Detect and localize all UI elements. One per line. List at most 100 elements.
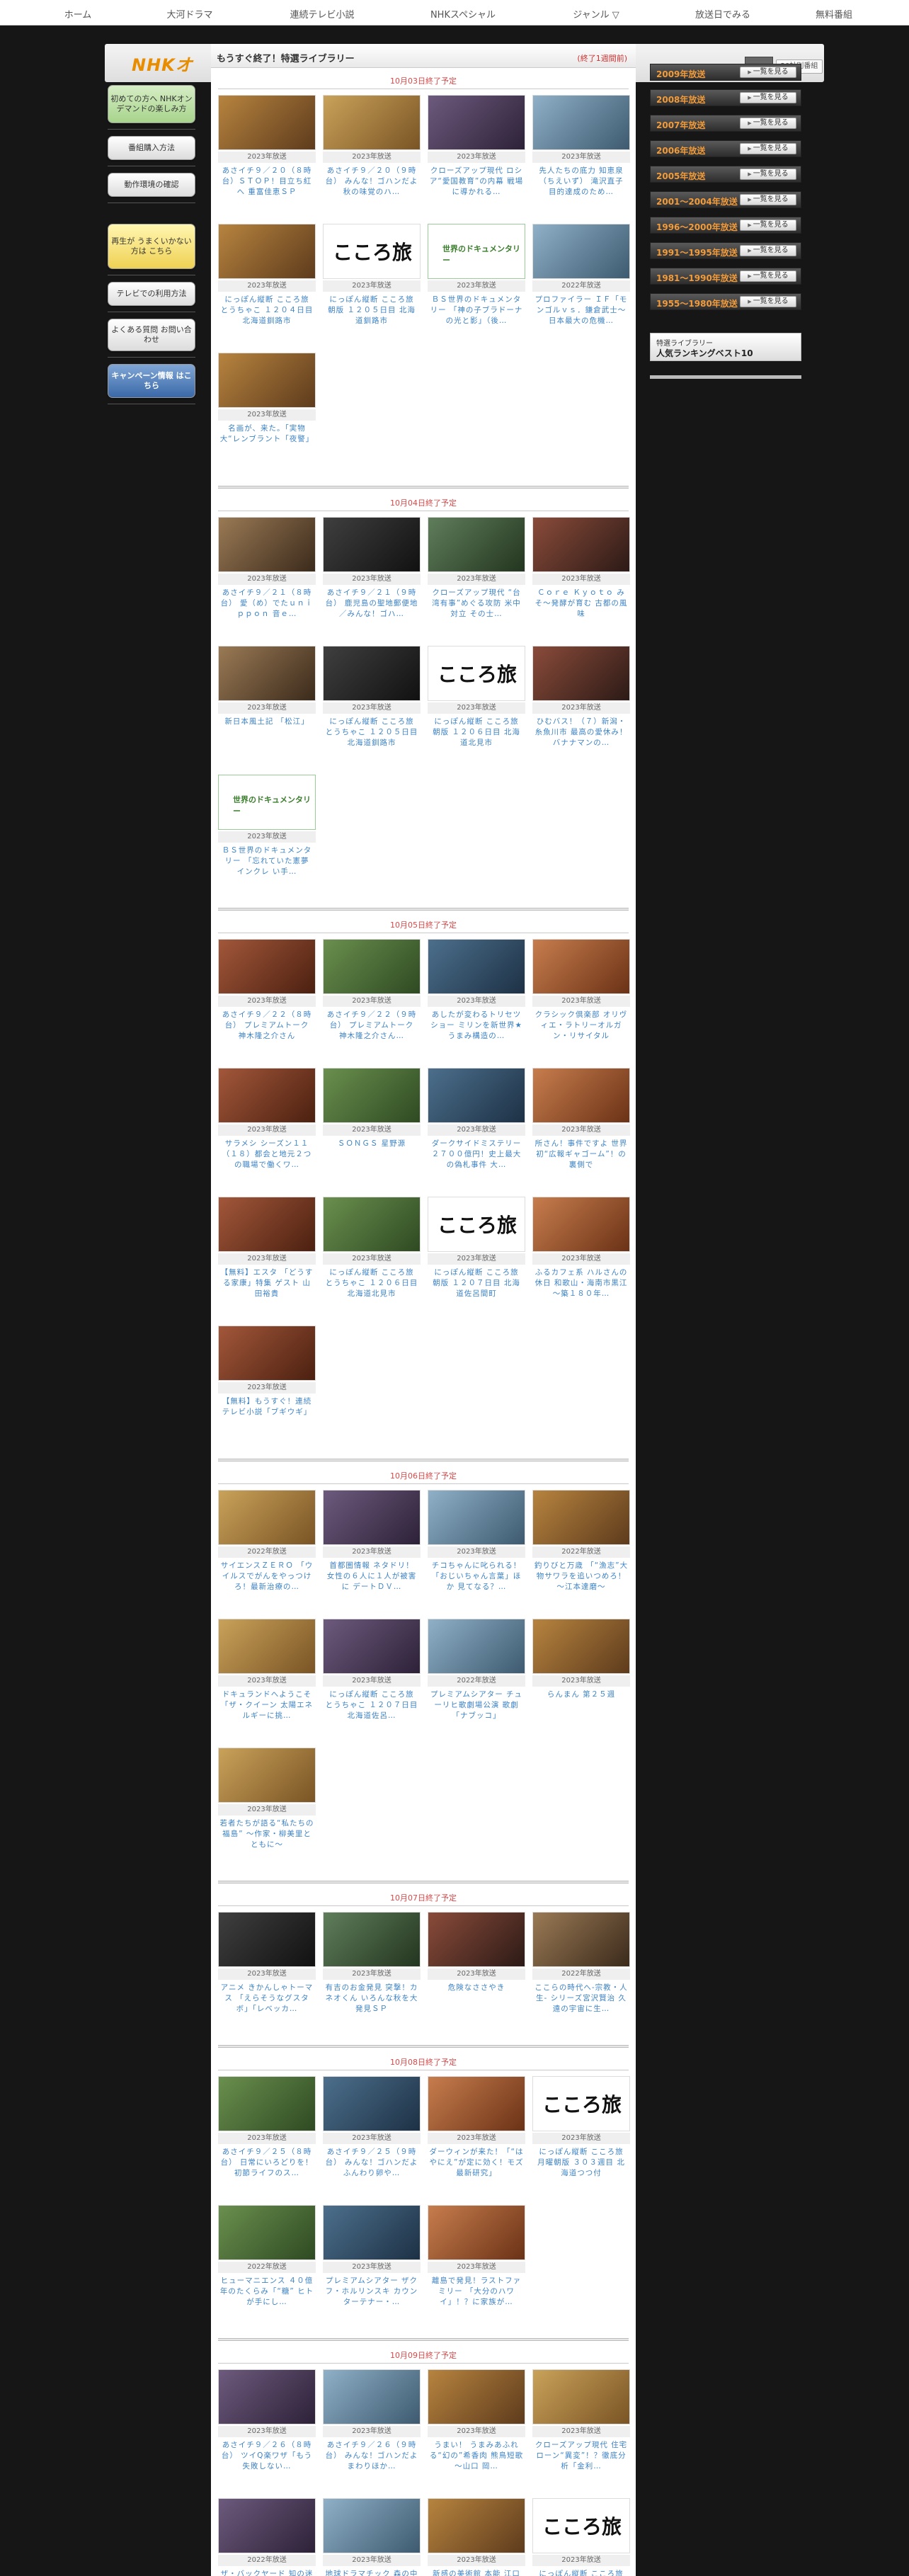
program-card[interactable]: 2023年放送 クローズアップ現代 “台湾有事”めぐる攻防 米中対立 その士… (428, 517, 525, 642)
faq-button[interactable]: よくある質問 お問い合わせ (108, 319, 195, 351)
purchase-method-button[interactable]: 番組購入方法 (108, 136, 195, 160)
view-list-button[interactable]: 一覧を見る (740, 143, 796, 154)
program-title-link[interactable]: ＳＯＮＧＳ 星野源 (324, 1139, 419, 1149)
nav-free[interactable]: 無料番組 (816, 7, 852, 21)
program-card[interactable]: 2023年放送 クラシック倶楽部 オリヴィエ・ラトリーオルガン・リサイタル (532, 939, 630, 1064)
view-list-button[interactable]: 一覧を見る (740, 118, 796, 129)
program-title-link[interactable]: 釣りびと万歳 「“漁志”大物サワラを追いつめろ！ ～江本達磨～ (534, 1561, 629, 1592)
program-card[interactable]: 2023年放送新感の美術館 本能 江口のこじ山所祀よ山作ぶっつけ本番旅！懐… (428, 2498, 525, 2576)
program-title-link[interactable]: あさイチ９／２２（９時台） プレミアムトーク 神木隆之介さん… (324, 1010, 419, 1042)
program-title-link[interactable]: にっぽん縦断 こころ旅 クラシック２０１５ ４５０日目 抜手… (534, 2569, 629, 2576)
program-card[interactable]: 2022年放送 ここらの時代へ-宗教・人生- シリーズ宮沢賢治 久遠の宇宙に生… (532, 1912, 630, 2036)
program-title-link[interactable]: クローズアップ現代 住宅ローン“異変”！？徹底分析「金利… (534, 2440, 629, 2472)
program-title-link[interactable]: あしたが変わるトリセツショー ミリンを新世界★うまみ構造の… (429, 1010, 524, 1042)
program-card[interactable]: 2023年放送 先人たちの底力 知恵泉（ちえいず） 滝沢直子 目的達成のため… (532, 95, 630, 220)
program-thumbnail[interactable] (218, 517, 316, 572)
nav-genre[interactable]: ジャンル ▽ (573, 7, 619, 21)
program-card[interactable]: 2023年放送 名画が、来た。「実物大“レンブラント「夜警」 (218, 353, 316, 477)
program-thumbnail[interactable] (428, 939, 525, 994)
program-title-link[interactable]: ザ・バックヤード 知の迷宮の裏側探訪 「東武動物公園 第２弾… (219, 2569, 314, 2576)
program-thumbnail[interactable] (532, 1912, 630, 1967)
program-card[interactable]: 2023年放送 あさイチ９／２２（９時台） プレミアムトーク 神木隆之介さん… (323, 939, 421, 1064)
program-card[interactable]: 2023年放送 ダーウィンが来た！「“はやにえ”が定に効く！モズ最新研究」 (428, 2076, 525, 2201)
program-title-link[interactable]: あさイチ９／２０（８時台）ＳＴＯＰ！目立ち紅へ 重富佳恵ＳＰ (219, 166, 314, 198)
view-list-button[interactable]: 一覧を見る (740, 296, 796, 307)
program-thumbnail[interactable] (428, 1912, 525, 1967)
program-thumbnail[interactable] (532, 646, 630, 701)
program-thumbnail[interactable] (218, 1619, 316, 1674)
program-thumbnail[interactable] (532, 95, 630, 150)
program-thumbnail[interactable] (218, 353, 316, 408)
program-title-link[interactable]: ここらの時代へ-宗教・人生- シリーズ宮沢賢治 久遠の宇宙に生… (534, 1983, 629, 2014)
program-thumbnail[interactable] (323, 1912, 421, 1967)
tv-usage-button[interactable]: テレビでの利用方法 (108, 282, 195, 306)
program-thumbnail[interactable] (323, 517, 421, 572)
program-thumbnail[interactable] (218, 2205, 316, 2260)
program-thumbnail[interactable]: こころ旅 (532, 2498, 630, 2553)
program-thumbnail[interactable] (218, 1912, 316, 1967)
program-thumbnail[interactable]: 世界のドキュメンタリー (218, 775, 316, 830)
program-thumbnail[interactable] (532, 939, 630, 994)
program-card[interactable]: 2023年放送 にっぽん縦断 こころ旅 とうちゃこ １２０４日目 北海道釧路市 (218, 224, 316, 348)
program-card[interactable]: 2023年放送 にっぽん縦断 こころ旅 とうちゃこ １２０６日目 北海道北見市 (323, 1197, 421, 1321)
program-card[interactable]: 2023年放送 あさイチ９／２１（８時台） 愛（め）でたｕｎｉｐｐｏｎ 音ｅ… (218, 517, 316, 642)
program-card[interactable]: 2023年放送 【無料】エスタ 「どうする家康」特集 ゲスト 山田裕貴 (218, 1197, 316, 1321)
program-thumbnail[interactable] (218, 646, 316, 701)
program-card[interactable]: こころ旅 2023年放送 にっぽん縦断 こころ旅 月曜朝版 ３０３週目 北海道つつ付 (532, 2076, 630, 2201)
program-thumbnail[interactable] (532, 2369, 630, 2424)
program-thumbnail[interactable] (428, 2205, 525, 2260)
program-thumbnail[interactable] (428, 2076, 525, 2131)
program-card[interactable]: 2022年放送 プロファイラー ＩＦ「モンゴルｖｓ．鎌倉武士～日本最大の危機… (532, 224, 630, 348)
program-thumbnail[interactable] (218, 1490, 316, 1545)
program-title-link[interactable]: サイエンスＺＥＲＯ 「ウイルスでがんをやっつけろ！最新治療の… (219, 1561, 314, 1592)
program-card[interactable]: 2023年放送 Ｃｏｒｅ Ｋｙｏｔｏ みそ～発酵が育む 古都の風味 (532, 517, 630, 642)
program-title-link[interactable]: チコちゃんに叱られる！ 「おじいちゃん言葉」ほか 見てなる？… (429, 1561, 524, 1592)
ranking-banner[interactable]: 特選ライブラリー 人気ランキングベスト10 (650, 333, 801, 361)
playback-help-button[interactable]: 再生が うまくいかない方は こちら (108, 224, 195, 269)
program-title-link[interactable]: ひむバス！（７）新潟・糸魚川市 最高の愛休み！バナナマンの… (534, 717, 629, 748)
nav-home[interactable]: ホーム (64, 7, 92, 21)
program-card[interactable]: 2023年放送 あさイチ９／２１（９時台） 鹿児島の聖地郵便地／みんな！ゴハ… (323, 517, 421, 642)
program-card[interactable]: 2023年放送 ＳＯＮＧＳ 星野源 (323, 1068, 421, 1192)
program-title-link[interactable]: 【無料】エスタ 「どうする家康」特集 ゲスト 山田裕貴 (219, 1267, 314, 1299)
program-title-link[interactable]: 先人たちの底力 知恵泉（ちえいず） 滝沢直子 目的達成のため… (534, 166, 629, 198)
program-title-link[interactable]: あさイチ９／２５（９時台） みんな！ゴハンだよ ふんわり卵や… (324, 2147, 419, 2179)
program-thumbnail[interactable] (323, 646, 421, 701)
program-thumbnail[interactable] (323, 95, 421, 150)
program-card[interactable]: こころ旅 2023年放送 にっぽん縦断 こころ旅 朝版 １２０６日目 北海道北見市 (428, 646, 525, 770)
program-title-link[interactable]: 新感の美術館 本能 江口のこじ山所祀よ山作ぶっつけ本番旅！懐… (429, 2569, 524, 2576)
view-list-button[interactable]: 一覧を見る (740, 67, 796, 78)
program-title-link[interactable]: らんまん 第２５週 (534, 1689, 629, 1700)
program-thumbnail[interactable] (323, 2076, 421, 2131)
program-card[interactable]: 2023年放送 新日本風土記 「松江」 (218, 646, 316, 770)
program-thumbnail[interactable] (218, 939, 316, 994)
program-card[interactable]: 2023年放送 らんまん 第２５週 (532, 1619, 630, 1743)
nav-nhkspecial[interactable]: NHKスペシャル (430, 7, 496, 21)
program-title-link[interactable]: サラメシ シーズン１１（１８）都会と地元２つの職場で働くワ… (219, 1139, 314, 1170)
program-card[interactable]: 2023年放送 チコちゃんに叱られる！ 「おじいちゃん言葉」ほか 見てなる？… (428, 1490, 525, 1614)
program-thumbnail[interactable] (428, 2369, 525, 2424)
program-title-link[interactable]: あさイチ９／２６（９時台） みんな！ゴハンだよ まわりほか… (324, 2440, 419, 2472)
program-thumbnail[interactable] (532, 1490, 630, 1545)
nav-taiga[interactable]: 大河ドラマ (166, 7, 212, 21)
program-card[interactable]: 2023年放送 あさイチ９／２０（９時台） みんな！ゴハンだよ 秋の味覚のハ… (323, 95, 421, 220)
program-card[interactable]: 2023年放送 クローズアップ現代 住宅ローン“異変”！？徹底分析「金利… (532, 2369, 630, 2494)
program-title-link[interactable]: 有吉のお金発見 突撃！カネオくん いろんな秋を大発見ＳＰ (324, 1983, 419, 2014)
program-title-link[interactable]: にっぽん縦断 こころ旅 とうちゃこ １２０４日目 北海道釧路市 (219, 295, 314, 326)
program-title-link[interactable]: 新日本風土記 「松江」 (219, 717, 314, 727)
program-thumbnail[interactable] (532, 1619, 630, 1674)
program-thumbnail[interactable] (428, 1490, 525, 1545)
program-card[interactable]: 2023年放送 アニメ きかんしゃトーマス 「えらそうなグスタボ」「レベッカ… (218, 1912, 316, 2036)
program-title-link[interactable]: にっぽん縦断 こころ旅 とうちゃこ １２０５日目 北海道釧路市 (324, 717, 419, 748)
program-card[interactable]: 2023年放送地球ドラマチック 森の中でも生きる キツツキ・パワー！ (323, 2498, 421, 2576)
program-title-link[interactable]: あさイチ９／２６（８時台） ツイQ楽ワザ「もう失敗しない… (219, 2440, 314, 2472)
program-card[interactable]: 2023年放送 所さん！事件ですよ 世界初“広報ギャゴーム”！の裏側で (532, 1068, 630, 1192)
program-thumbnail[interactable] (532, 1068, 630, 1123)
program-title-link[interactable]: 地球ドラマチック 森の中でも生きる キツツキ・パワー！ (324, 2569, 419, 2576)
program-card[interactable]: 2023年放送 あさイチ９／２６（９時台） みんな！ゴハンだよ まわりほか… (323, 2369, 421, 2494)
program-title-link[interactable]: クローズアップ現代 “台湾有事”めぐる攻防 米中対立 その士… (429, 588, 524, 620)
program-card[interactable]: 2022年放送 プレミアムシアター チューリヒ歌劇場公演 歌劇「ナブッコ」 (428, 1619, 525, 1743)
program-card[interactable]: 2023年放送 ダークサイドミステリー ２７００億円！史上最大の偽札事件 大… (428, 1068, 525, 1192)
program-thumbnail[interactable] (532, 1197, 630, 1252)
program-title-link[interactable]: にっぽん縦断 こころ旅 朝版 １２０５日目 北海道釧路市 (324, 295, 419, 326)
